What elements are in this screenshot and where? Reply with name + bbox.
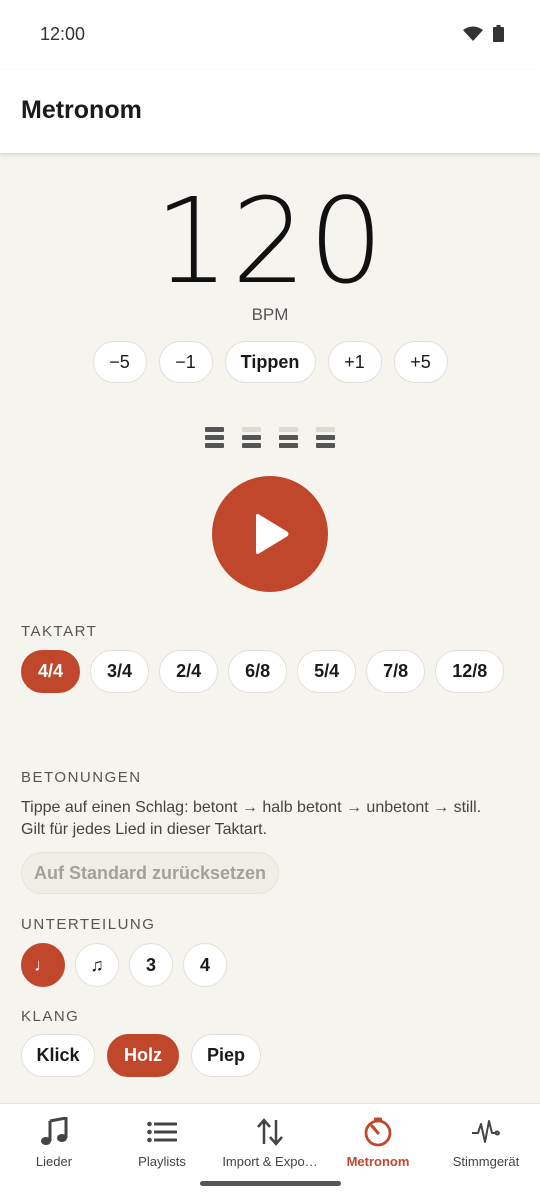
nav-item-playlists[interactable]: Playlists: [108, 1104, 216, 1200]
nav-label: Playlists: [138, 1154, 186, 1169]
subdivision-eighth-option[interactable]: ♫: [75, 943, 119, 987]
status-time: 12:00: [40, 24, 86, 44]
sound-wood-option[interactable]: Holz: [107, 1034, 179, 1077]
nav-item-stimmgeraet[interactable]: Stimmgerät: [432, 1104, 540, 1200]
plus-5-button[interactable]: +5: [393, 341, 448, 383]
status-icons: [463, 25, 504, 42]
bpm-value: 120: [154, 172, 386, 310]
metronome-icon: [364, 1117, 392, 1147]
import-export-icon: [257, 1118, 283, 1146]
sound-options: Klick Holz Piep: [21, 1034, 521, 1077]
battery-icon: [493, 25, 504, 42]
reset-accents-button[interactable]: Auf Standard zurücksetzen: [21, 852, 279, 894]
subdivision-triplet-option[interactable]: 3: [129, 943, 173, 987]
nav-label: Import & Expo…: [222, 1154, 318, 1169]
time-signature-option[interactable]: 2/4: [159, 650, 219, 693]
list-icon: [147, 1121, 177, 1143]
sound-beep-option[interactable]: Piep: [191, 1034, 261, 1077]
accents-label: BETONUNGEN: [21, 769, 142, 786]
waveform-icon: [472, 1120, 500, 1143]
sound-click-option[interactable]: Klick: [21, 1034, 95, 1077]
accents-description: Tippe auf einen Schlag: betont → halb be…: [21, 799, 482, 838]
beat-1[interactable]: [205, 420, 224, 448]
subdivision-options: ♩ ♫ 3 4: [21, 943, 521, 987]
tempo-step-row: −5 −1 Tippen +1 +5: [0, 341, 540, 383]
time-signature-option[interactable]: 7/8: [366, 650, 426, 693]
time-signature-option[interactable]: 3/4: [90, 650, 150, 693]
status-bar: 12:00: [0, 0, 540, 70]
sound-label: KLANG: [21, 1008, 80, 1025]
time-signature-options: 4/4 3/4 2/4 6/8 5/4 7/8 12/8: [21, 650, 521, 693]
time-signature-label: TAKTART: [21, 623, 98, 640]
play-icon: [256, 514, 289, 554]
minus-1-button[interactable]: −1: [158, 341, 213, 383]
subdivision-quarter-option[interactable]: ♩: [21, 943, 65, 987]
subdivision-sixteenth-option[interactable]: 4: [183, 943, 227, 987]
nav-item-metronom[interactable]: Metronom: [324, 1104, 432, 1200]
beat-3[interactable]: [279, 420, 298, 448]
nav-label: Lieder: [35, 1154, 73, 1169]
play-button[interactable]: [212, 476, 328, 592]
time-signature-option[interactable]: 12/8: [435, 650, 505, 693]
time-signature-option[interactable]: 6/8: [228, 650, 288, 693]
plus-1-button[interactable]: +1: [327, 341, 382, 383]
home-indicator[interactable]: [200, 1181, 341, 1186]
nav-item-lieder[interactable]: Lieder: [0, 1104, 108, 1200]
beat-indicator: [0, 420, 540, 448]
bpm-unit-label: BPM: [251, 305, 289, 324]
music-note-icon: [41, 1117, 68, 1145]
time-signature-option[interactable]: 5/4: [297, 650, 357, 693]
app-bar: Metronom: [0, 70, 540, 153]
wifi-icon: [463, 26, 483, 41]
nav-label: Stimmgerät: [452, 1154, 520, 1169]
subdivision-label: UNTERTEILUNG: [21, 916, 156, 933]
tap-tempo-button[interactable]: Tippen: [224, 341, 316, 383]
minus-5-button[interactable]: −5: [92, 341, 147, 383]
beat-2[interactable]: [242, 420, 261, 448]
nav-label: Metronom: [346, 1154, 410, 1169]
page-title: Metronom: [21, 96, 142, 124]
beat-4[interactable]: [316, 420, 335, 448]
time-signature-option[interactable]: 4/4: [21, 650, 81, 693]
